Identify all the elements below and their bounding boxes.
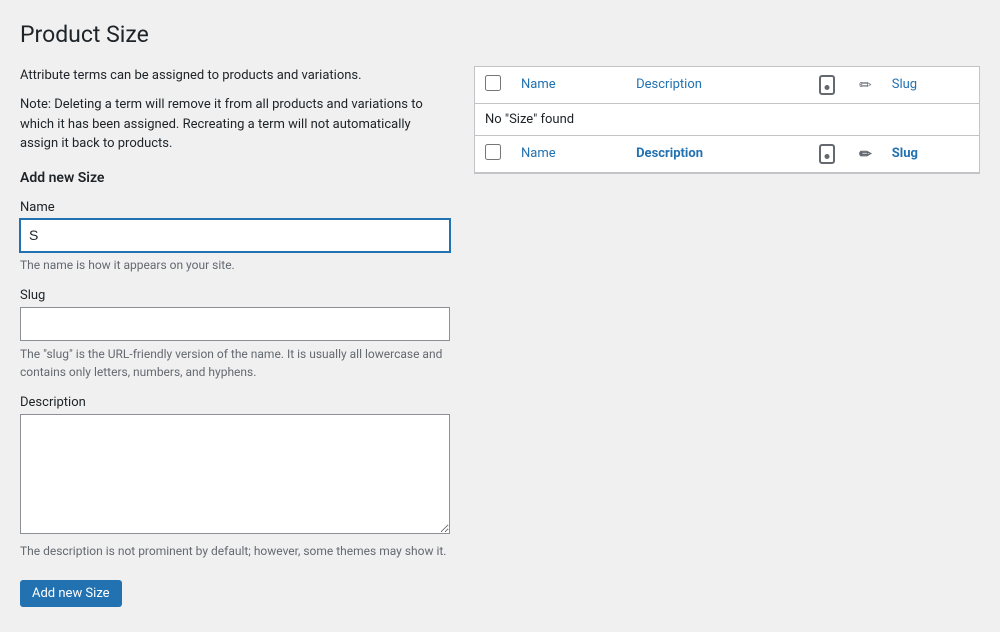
description-field-group: Description The description is not promi… [20,395,450,560]
th-description-label: Description [636,77,702,92]
th-bottom-name-label: Name [521,146,556,161]
slug-icon [819,75,835,95]
select-all-checkbox[interactable] [485,75,501,91]
add-new-size-button[interactable]: Add new Size [20,580,122,607]
th-checkbox [475,67,511,104]
page-title: Product Size [20,20,980,50]
th-bottom-icon-col [809,135,849,172]
no-found-row: No "Size" found [475,103,979,135]
th-description[interactable]: Description [626,67,809,104]
slug-hint: The "slug" is the URL-friendly version o… [20,345,450,381]
th-bottom-checkbox [475,135,511,172]
th-bottom-slug-label: Slug [892,146,918,161]
pen-icon-bottom: ✏ [859,145,872,163]
description-textarea[interactable] [20,414,450,534]
name-input[interactable] [20,219,450,253]
note-text: Note: Deleting a term will remove it fro… [20,95,450,154]
table-header-row: Name Description ✏ Slug [475,67,979,104]
slug-icon-bottom [819,144,835,164]
slug-input[interactable] [20,307,450,341]
th-bottom-description-label: Description [636,146,703,161]
th-slug[interactable]: Slug [882,67,979,104]
name-label: Name [20,200,450,215]
terms-table-panel: Name Description ✏ Slug [474,66,980,174]
name-hint: The name is how it appears on your site. [20,256,450,274]
th-bottom-name[interactable]: Name [511,135,626,172]
th-name-label: Name [521,77,556,92]
th-slug-label: Slug [892,77,917,92]
description-hint: The description is not prominent by defa… [20,542,450,560]
th-edit-col: ✏ [849,67,882,104]
terms-table: Name Description ✏ Slug [475,67,979,173]
slug-field-group: Slug The "slug" is the URL-friendly vers… [20,288,450,381]
pen-icon: ✏ [859,76,872,94]
th-name[interactable]: Name [511,67,626,104]
th-bottom-edit-col: ✏ [849,135,882,172]
name-field-group: Name The name is how it appears on your … [20,200,450,275]
description-label: Description [20,395,450,410]
th-bottom-slug[interactable]: Slug [882,135,979,172]
slug-label: Slug [20,288,450,303]
select-all-bottom-checkbox[interactable] [485,144,501,160]
table-footer-header-row: Name Description ✏ Slug [475,135,979,172]
attribute-info-text: Attribute terms can be assigned to produ… [20,66,450,86]
no-found-cell: No "Size" found [475,103,979,135]
add-new-section-title: Add new Size [20,170,450,186]
th-bottom-description[interactable]: Description [626,135,809,172]
th-icon-col [809,67,849,104]
left-panel: Attribute terms can be assigned to produ… [20,66,450,607]
